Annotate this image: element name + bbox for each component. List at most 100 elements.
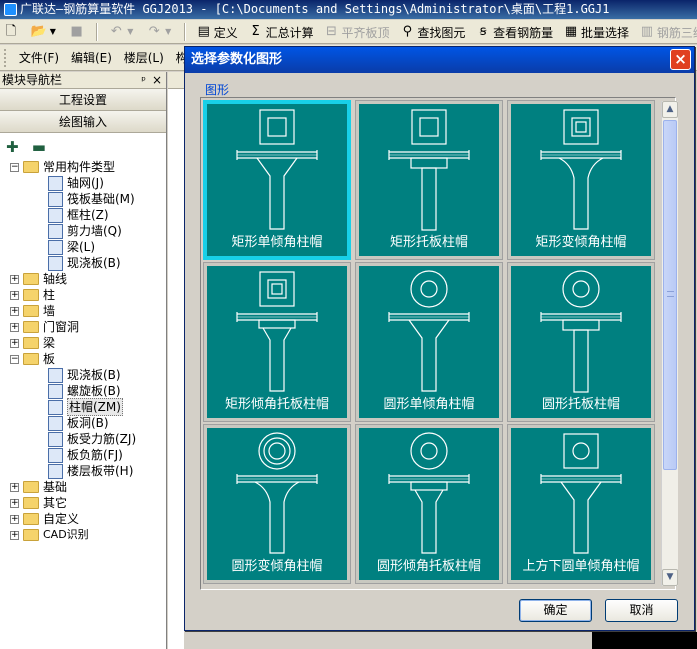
batch-select-button[interactable]: ▦ 批量选择: [560, 21, 632, 43]
tree-label: 柱帽(ZM): [67, 398, 123, 416]
flat-top-button[interactable]: ⊟ 平齐板顶: [320, 21, 392, 43]
expand-icon[interactable]: +: [10, 530, 19, 540]
redo-button[interactable]: ↷ ▼: [143, 21, 177, 43]
expand-collapse-tools[interactable]: ✚ ▬: [0, 133, 166, 159]
folder-icon: [23, 513, 39, 525]
expand-icon[interactable]: +: [10, 290, 19, 300]
folder-icon: [23, 481, 39, 493]
shape-option[interactable]: 圆形托板柱帽: [507, 262, 655, 422]
open-file-button[interactable]: 📂 ▼: [28, 21, 62, 43]
ok-button[interactable]: 确定: [519, 599, 592, 622]
save-button[interactable]: ■: [66, 21, 90, 43]
shape-option[interactable]: 圆形倾角托板柱帽: [355, 424, 503, 584]
tree-item[interactable]: 轴网(J): [10, 175, 166, 191]
collapse-icon[interactable]: −: [10, 354, 19, 364]
component-tree: − 常用构件类型 轴网(J) 筏板基础(M) 框柱(Z) 剪力墙(Q) 梁(L) 现浇板(B)…: [0, 159, 166, 543]
expand-icon[interactable]: +: [10, 322, 19, 332]
find-element-label: 查找图元: [417, 25, 466, 40]
shape-thumbnail: 上方下圆单倾角柱帽: [511, 428, 651, 580]
expand-icon[interactable]: +: [10, 338, 19, 348]
tree-label: 框柱(Z): [67, 208, 109, 222]
tree-item[interactable]: 框柱(Z): [10, 207, 166, 223]
tree-item[interactable]: 螺旋板(B): [10, 383, 166, 399]
tree-folder[interactable]: + 基础: [10, 479, 166, 495]
scroll-down-button[interactable]: ▼: [662, 569, 678, 586]
shape-option[interactable]: 矩形托板柱帽: [355, 100, 503, 260]
tree-item[interactable]: 剪力墙(Q): [10, 223, 166, 239]
pin-icon[interactable]: ᵖ: [141, 72, 146, 89]
shape-option[interactable]: 矩形变倾角柱帽: [507, 100, 655, 260]
expand-icon[interactable]: +: [10, 514, 19, 524]
toolbar-grip[interactable]: [4, 49, 8, 67]
shape-caption: 圆形单倾角柱帽: [383, 397, 475, 412]
shape-option[interactable]: 矩形倾角托板柱帽: [203, 262, 351, 422]
expand-icon[interactable]: +: [10, 274, 19, 284]
shape-option[interactable]: 矩形单倾角柱帽: [203, 100, 351, 260]
expand-icon[interactable]: +: [10, 482, 19, 492]
folder-icon: [23, 337, 39, 349]
tree-folder[interactable]: + 门窗洞: [10, 319, 166, 335]
tree-item[interactable]: 板洞(B): [10, 415, 166, 431]
beam-icon: [48, 239, 63, 255]
dialog-close-button[interactable]: ×: [670, 49, 691, 70]
expand-icon[interactable]: +: [10, 306, 19, 316]
shape-thumbnail: 圆形托板柱帽: [511, 266, 651, 418]
define-button[interactable]: ▤ 定义: [193, 21, 241, 43]
tab-project-settings[interactable]: 工程设置: [0, 89, 166, 111]
close-icon[interactable]: ×: [152, 72, 162, 89]
scroll-up-button[interactable]: ▲: [662, 101, 678, 118]
tree-item[interactable]: 板受力筋(ZJ): [10, 431, 166, 447]
tree-folder[interactable]: + 其它: [10, 495, 166, 511]
tree-folder[interactable]: + 墙: [10, 303, 166, 319]
rebar-icon: [48, 431, 63, 447]
dropdown-arrow-icon: ▼: [127, 27, 134, 36]
wall-icon: [48, 223, 63, 239]
shape-option[interactable]: 上方下圆单倾角柱帽: [507, 424, 655, 584]
undo-icon: ↶: [110, 24, 122, 39]
drawing-area-edge: [168, 72, 184, 649]
tree-label: 墙: [43, 304, 56, 318]
grid-icon: [48, 175, 63, 191]
tree-folder[interactable]: − 常用构件类型: [10, 159, 166, 175]
tree-item[interactable]: 板负筋(FJ): [10, 447, 166, 463]
collapse-icon[interactable]: −: [10, 162, 19, 172]
tree-folder[interactable]: + 梁: [10, 335, 166, 351]
tree-item[interactable]: 现浇板(B): [10, 367, 166, 383]
find-element-button[interactable]: ⚲ 查找图元: [396, 21, 468, 43]
scroll-thumb[interactable]: [663, 120, 677, 470]
tree-folder[interactable]: + 自定义: [10, 511, 166, 527]
tree-item[interactable]: 梁(L): [10, 239, 166, 255]
tree-item[interactable]: 楼层板带(H): [10, 463, 166, 479]
tree-folder[interactable]: − 板: [10, 351, 166, 367]
sum-calc-button[interactable]: Σ 汇总计算: [245, 21, 317, 43]
undo-button[interactable]: ↶ ▼: [105, 21, 139, 43]
shape-group-label: 图形: [205, 83, 230, 97]
shape-option[interactable]: 圆形变倾角柱帽: [203, 424, 351, 584]
tree-folder[interactable]: + 柱: [10, 287, 166, 303]
expand-icon[interactable]: +: [10, 498, 19, 508]
shape-caption: 矩形变倾角柱帽: [535, 235, 627, 250]
menu-file[interactable]: 文件(F): [15, 45, 63, 70]
nav-panel-header: 模块导航栏 ᵖ ×: [0, 72, 166, 89]
tree-folder[interactable]: + CAD识别: [10, 527, 166, 543]
cancel-button[interactable]: 取消: [605, 599, 678, 622]
rebar-3d-button[interactable]: ▥钢筋三维: [636, 21, 697, 43]
tab-drawing-input[interactable]: 绘图输入: [0, 111, 166, 133]
shape-option[interactable]: 圆形单倾角柱帽: [355, 262, 503, 422]
menu-edit[interactable]: 编辑(E): [67, 45, 116, 70]
tree-item[interactable]: 柱帽(ZM): [10, 398, 166, 416]
tree-label: 螺旋板(B): [67, 384, 121, 398]
shape-grid-scrollbar[interactable]: ▲ ▼: [661, 101, 678, 586]
column-cap-diagram: [388, 270, 470, 392]
shape-grid: 矩形单倾角柱帽 矩形托板柱帽 矩形变倾角柱帽矩形倾角托板柱帽 圆形单倾角柱帽 圆形托板柱…: [200, 97, 676, 590]
tree-item[interactable]: 筏板基础(M): [10, 191, 166, 207]
view-rebar-button[interactable]: ꞩ 查看钢筋量: [472, 21, 556, 43]
menu-floor[interactable]: 楼层(L): [120, 45, 168, 70]
tree-label: 板: [43, 352, 56, 366]
tree-item[interactable]: 现浇板(B): [10, 255, 166, 271]
column-cap-diagram: [388, 432, 470, 554]
folder-icon: [23, 305, 39, 317]
new-file-button[interactable]: 🗋: [0, 21, 24, 43]
tree-folder[interactable]: + 轴线: [10, 271, 166, 287]
shape-caption: 矩形单倾角柱帽: [231, 235, 323, 250]
